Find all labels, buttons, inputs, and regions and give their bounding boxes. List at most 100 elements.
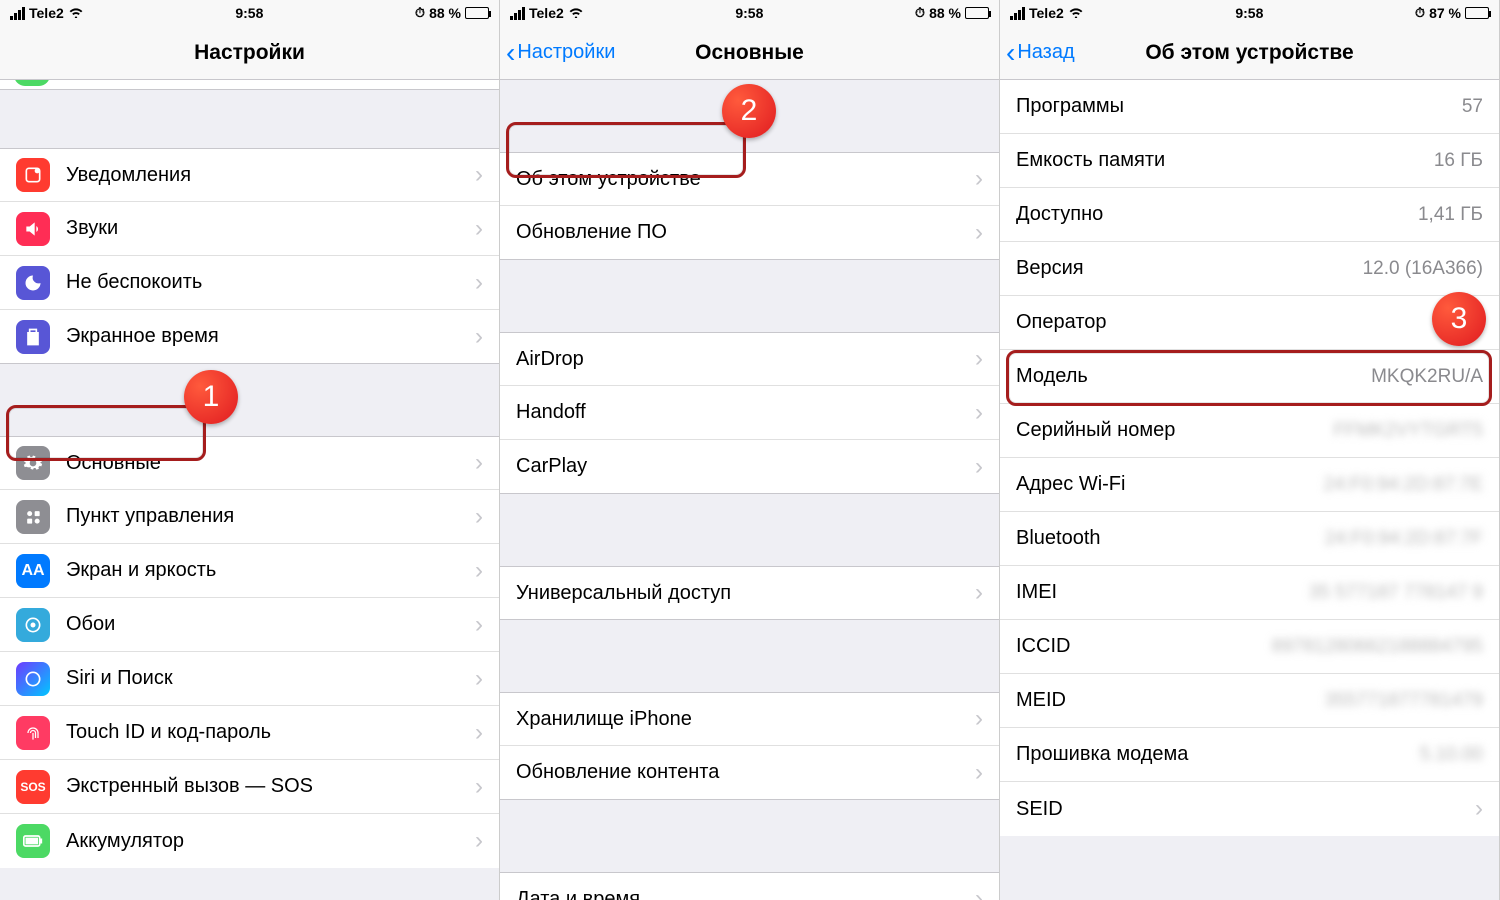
- display-icon: AA: [16, 554, 50, 588]
- row-wallpaper[interactable]: Обои ›: [0, 598, 499, 652]
- nav-title: Основные: [695, 41, 804, 65]
- nav-bar: ‹ Назад Об этом устройстве: [1000, 26, 1499, 80]
- chevron-right-icon: ›: [975, 219, 983, 247]
- row-value: 5.10.00: [1420, 744, 1483, 766]
- row-display[interactable]: AA Экран и яркость ›: [0, 544, 499, 598]
- row-wifi-addr: Адрес Wi-Fi 24:F0:94:2D:87:7E: [1000, 458, 1499, 512]
- row-touchid[interactable]: Touch ID и код-пароль ›: [0, 706, 499, 760]
- step-badge-2: 2: [722, 84, 776, 138]
- row-battery[interactable]: Аккумулятор ›: [0, 814, 499, 868]
- row-control-center[interactable]: Пункт управления ›: [0, 490, 499, 544]
- row-label: Обновление ПО: [516, 221, 967, 244]
- control-center-icon: [16, 500, 50, 534]
- row-value: 24:F0:94:2D:87:7E: [1324, 474, 1484, 496]
- row-modem: Прошивка модема 5.10.00: [1000, 728, 1499, 782]
- row-accessibility[interactable]: Универсальный доступ ›: [500, 566, 999, 620]
- row-label: Дата и время: [516, 888, 967, 900]
- notifications-icon: [16, 158, 50, 192]
- row-carrier: Оператор Tele2: [1000, 296, 1499, 350]
- row-value: 35 577187 778147 9: [1309, 582, 1483, 604]
- row-notifications[interactable]: Уведомления ›: [0, 148, 499, 202]
- siri-icon: [16, 662, 50, 696]
- wifi-icon: [68, 5, 84, 21]
- battery-icon-row: [16, 824, 50, 858]
- row-label: Обои: [66, 613, 467, 636]
- row-apps: Программы 57: [1000, 80, 1499, 134]
- row-seid[interactable]: SEID ›: [1000, 782, 1499, 836]
- row-label: Уведомления: [66, 164, 467, 187]
- chevron-right-icon: ›: [975, 579, 983, 607]
- row-general[interactable]: Основные ›: [0, 436, 499, 490]
- partial-toggle-row: [0, 80, 499, 90]
- row-value: 12.0 (16A366): [1363, 258, 1483, 280]
- nav-bar: ‹ Настройки Основные: [500, 26, 999, 80]
- row-carplay[interactable]: CarPlay ›: [500, 440, 999, 494]
- status-time: 9:58: [235, 5, 263, 21]
- row-label: Емкость памяти: [1016, 149, 1434, 172]
- row-label: IMEI: [1016, 581, 1309, 604]
- row-label: Не беспокоить: [66, 271, 467, 294]
- signal-icon: [1010, 7, 1025, 20]
- wallpaper-icon: [16, 608, 50, 642]
- sounds-icon: [16, 212, 50, 246]
- row-iccid: ICCID 89781280662188884795: [1000, 620, 1499, 674]
- signal-icon: [10, 7, 25, 20]
- chevron-right-icon: ›: [975, 885, 983, 900]
- battery-icon: [965, 7, 989, 19]
- signal-icon: [510, 7, 525, 20]
- row-label: Пункт управления: [66, 505, 467, 528]
- battery-icon: [1465, 7, 1489, 19]
- row-value: 16 ГБ: [1434, 150, 1483, 172]
- row-label: Аккумулятор: [66, 830, 467, 853]
- row-background-refresh[interactable]: Обновление контента ›: [500, 746, 999, 800]
- row-label: Об этом устройстве: [516, 168, 967, 191]
- gear-icon: [16, 446, 50, 480]
- row-airdrop[interactable]: AirDrop ›: [500, 332, 999, 386]
- row-sounds[interactable]: Звуки ›: [0, 202, 499, 256]
- row-bluetooth: Bluetooth 24:F0:94:2D:87:7F: [1000, 512, 1499, 566]
- chevron-left-icon: ‹: [1006, 37, 1015, 69]
- chevron-right-icon: ›: [475, 611, 483, 639]
- nav-title: Настройки: [194, 41, 305, 65]
- row-label: Универсальный доступ: [516, 582, 967, 605]
- carrier-label: Tele2: [29, 5, 64, 21]
- row-storage[interactable]: Хранилище iPhone ›: [500, 692, 999, 746]
- row-handoff[interactable]: Handoff ›: [500, 386, 999, 440]
- step-badge-1: 1: [184, 370, 238, 424]
- row-label: Экранное время: [66, 325, 467, 348]
- row-label: Bluetooth: [1016, 527, 1325, 550]
- row-about[interactable]: Об этом устройстве ›: [500, 152, 999, 206]
- chevron-right-icon: ›: [475, 161, 483, 189]
- row-datetime[interactable]: Дата и время ›: [500, 872, 999, 900]
- row-screentime[interactable]: Экранное время ›: [0, 310, 499, 364]
- back-button[interactable]: ‹ Настройки: [506, 26, 615, 79]
- chevron-right-icon: ›: [975, 705, 983, 733]
- chevron-right-icon: ›: [975, 453, 983, 481]
- row-label: Версия: [1016, 257, 1363, 280]
- row-label: Программы: [1016, 95, 1462, 118]
- nav-bar: Настройки: [0, 26, 499, 80]
- chevron-right-icon: ›: [975, 399, 983, 427]
- row-label: Touch ID и код-пароль: [66, 721, 467, 744]
- screen-general: Tele2 9:58 ⏱ 88 % ‹ Настройки Основные О…: [500, 0, 1000, 900]
- status-time: 9:58: [735, 5, 763, 21]
- chevron-right-icon: ›: [975, 759, 983, 787]
- status-bar: Tele2 9:58 ⏱ 87 %: [1000, 0, 1499, 26]
- row-available: Доступно 1,41 ГБ: [1000, 188, 1499, 242]
- row-capacity: Емкость памяти 16 ГБ: [1000, 134, 1499, 188]
- row-dnd[interactable]: Не беспокоить ›: [0, 256, 499, 310]
- back-button[interactable]: ‹ Назад: [1006, 26, 1075, 79]
- row-label: Оператор: [1016, 311, 1438, 334]
- row-siri[interactable]: Siri и Поиск ›: [0, 652, 499, 706]
- screentime-icon: [16, 320, 50, 354]
- screen-about: Tele2 9:58 ⏱ 87 % ‹ Назад Об этом устрой…: [1000, 0, 1500, 900]
- row-software-update[interactable]: Обновление ПО ›: [500, 206, 999, 260]
- row-label: Звуки: [66, 217, 467, 240]
- carrier-label: Tele2: [529, 5, 564, 21]
- row-sos[interactable]: SOS Экстренный вызов — SOS ›: [0, 760, 499, 814]
- row-version: Версия 12.0 (16A366): [1000, 242, 1499, 296]
- row-label: Адрес Wi-Fi: [1016, 473, 1324, 496]
- row-value: 57: [1462, 96, 1483, 118]
- row-value: 89781280662188884795: [1272, 636, 1483, 658]
- chevron-right-icon: ›: [475, 503, 483, 531]
